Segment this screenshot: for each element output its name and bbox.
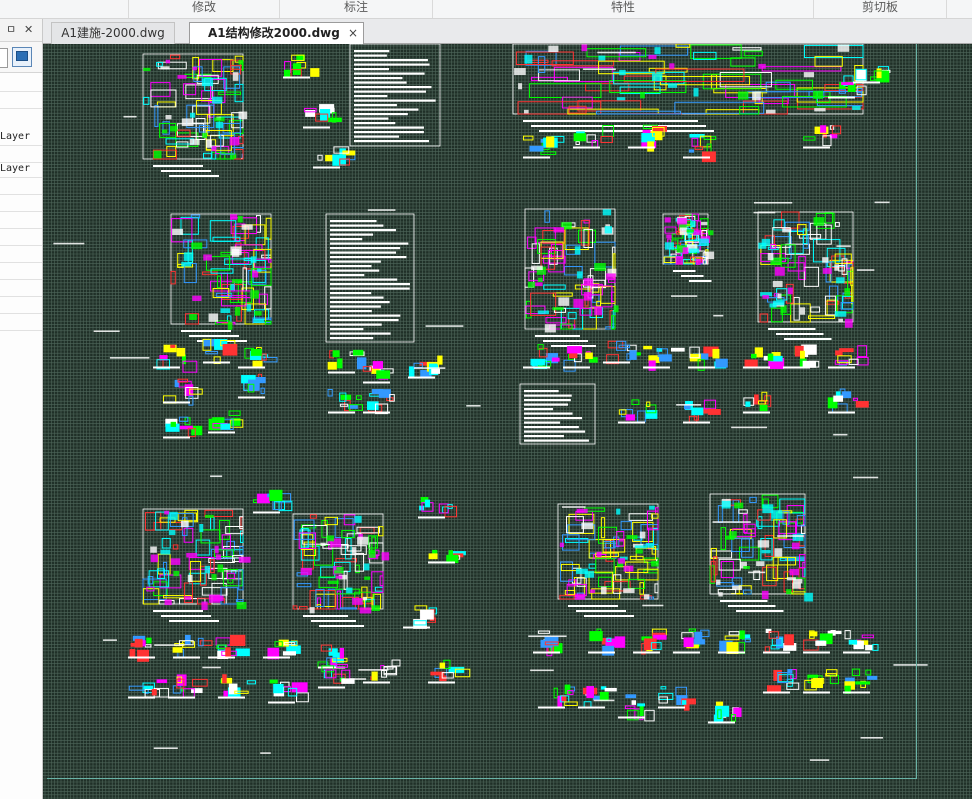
layer-palette: ㅁ ✕ Layer Layer bbox=[0, 19, 43, 799]
ribbon-group-label: 特性 bbox=[610, 0, 635, 14]
ribbon-panel-bar: 修改 标注 特性 剪切板 bbox=[0, 0, 972, 19]
layer-list-row[interactable] bbox=[0, 75, 42, 92]
layer-list-row[interactable] bbox=[0, 297, 42, 314]
layer-list-row[interactable] bbox=[0, 314, 42, 331]
ribbon-group-clipboard[interactable]: 剪切板 bbox=[813, 0, 946, 18]
tab-label: A1建施-2000.dwg bbox=[61, 26, 165, 40]
layer-list-row[interactable]: Layer bbox=[0, 129, 42, 146]
close-tab-icon[interactable]: × bbox=[348, 23, 358, 43]
ribbon-group-overflow bbox=[946, 0, 972, 18]
tab-a1-structure[interactable]: A1结构修改2000.dwg × bbox=[189, 22, 364, 44]
drawing-viewport[interactable] bbox=[43, 44, 972, 799]
layer-name: Layer bbox=[0, 131, 31, 142]
layer-list-row[interactable] bbox=[0, 212, 42, 229]
layer-list-row[interactable] bbox=[0, 263, 42, 280]
layer-list-row[interactable] bbox=[0, 178, 42, 195]
layer-name: Layer bbox=[0, 163, 31, 174]
tab-a1-architecture[interactable]: A1建施-2000.dwg bbox=[51, 22, 175, 44]
close-icon[interactable]: ✕ bbox=[24, 23, 33, 37]
ribbon-group-modify[interactable]: 修改 bbox=[128, 0, 279, 18]
document-tab-bar: A1建施-2000.dwg A1结构修改2000.dwg × bbox=[43, 19, 972, 44]
ribbon-group-dimension[interactable]: 标注 bbox=[279, 0, 432, 18]
layer-list-row[interactable] bbox=[0, 229, 42, 246]
layer-list-row[interactable] bbox=[0, 195, 42, 212]
palette-tool-button[interactable] bbox=[0, 48, 8, 68]
pin-icon[interactable]: ㅁ bbox=[6, 23, 16, 37]
layer-list-row[interactable] bbox=[0, 92, 42, 109]
palette-header: ㅁ ✕ bbox=[0, 19, 42, 42]
ribbon-group-label: 剪切板 bbox=[861, 0, 898, 14]
layer-states-button[interactable] bbox=[12, 47, 32, 67]
drawing-canvas[interactable] bbox=[43, 44, 972, 799]
ribbon-group-properties[interactable]: 特性 bbox=[432, 0, 813, 18]
layer-list-row[interactable] bbox=[0, 280, 42, 297]
drawing-border-horizontal bbox=[47, 778, 917, 779]
monitor-icon bbox=[16, 51, 28, 61]
layer-list-row[interactable] bbox=[0, 246, 42, 263]
ribbon-group-label: 修改 bbox=[191, 0, 216, 14]
ribbon-group-label: 标注 bbox=[343, 0, 368, 14]
drawing-border-vertical bbox=[916, 44, 917, 778]
layer-list-row[interactable]: Layer bbox=[0, 161, 42, 178]
tab-label: A1结构修改2000.dwg bbox=[208, 26, 340, 40]
palette-toolbar bbox=[0, 42, 42, 73]
